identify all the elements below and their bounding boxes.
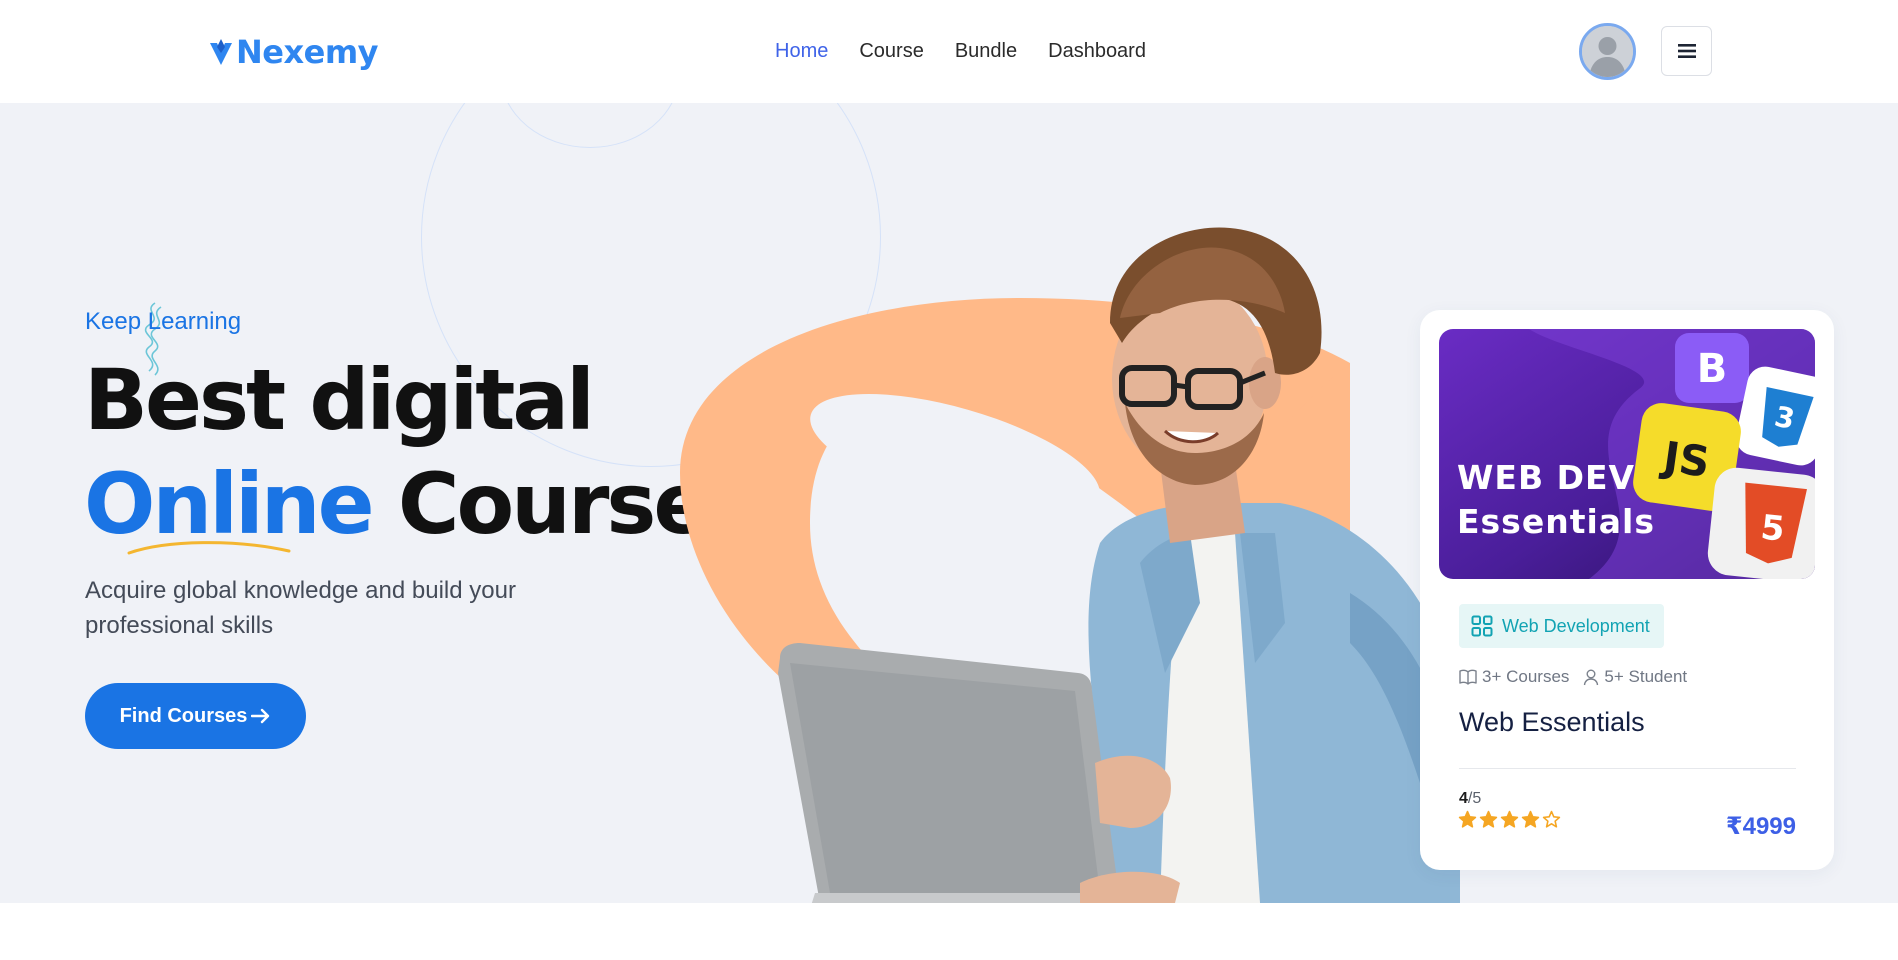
book-icon: [1459, 669, 1477, 685]
find-courses-label: Find Courses: [119, 704, 248, 727]
students-count-label: 5+ Student: [1604, 667, 1688, 686]
headline-line-1: Best digital: [84, 351, 595, 449]
nav-item-dashboard[interactable]: Dashboard: [1048, 40, 1146, 63]
user-icon: [1584, 669, 1599, 685]
star-filled-icon: [1500, 810, 1519, 828]
course-rating: 4/5: [1459, 790, 1481, 808]
rating-value: 4: [1459, 790, 1468, 807]
course-meta: 3+ Courses 5+ Student: [1459, 667, 1687, 687]
javascript-icon: JS: [1658, 432, 1713, 487]
user-avatar[interactable]: [1579, 23, 1636, 80]
star-filled-icon: [1479, 810, 1498, 828]
user-avatar-icon: [1582, 26, 1633, 77]
logo-icon: [210, 39, 232, 65]
hero-headline: Best digital Online Courses: [84, 348, 757, 556]
course-price: ₹4999: [1725, 813, 1796, 840]
arrow-right-icon: [251, 708, 270, 724]
html5-icon: 5: [1759, 508, 1787, 550]
category-label: Web Development: [1502, 615, 1650, 636]
nav-item-bundle[interactable]: Bundle: [955, 40, 1017, 63]
hamburger-menu-icon: [1677, 44, 1696, 58]
underline-swoosh: [127, 541, 291, 555]
rating-stars: [1458, 810, 1561, 829]
thumbnail-title-line-1: WEB DEV: [1457, 458, 1636, 497]
thumbnail-title: WEB DEV Essentials: [1457, 456, 1655, 544]
hero-tagline: Keep Learning: [85, 308, 242, 335]
find-courses-button[interactable]: Find Courses: [85, 683, 306, 749]
hero-section: Keep Learning Best digital Online Course…: [0, 103, 1898, 903]
course-title[interactable]: Web Essentials: [1459, 707, 1645, 738]
star-empty-icon: [1542, 810, 1561, 828]
grid-icon: [1471, 615, 1493, 637]
course-card[interactable]: B 3 JS 5 WEB DEV Essentials Web Developm…: [1420, 310, 1834, 870]
main-nav: Home Course Bundle Dashboard: [775, 40, 1146, 63]
courses-count: 3+ Courses: [1459, 667, 1569, 687]
category-badge[interactable]: Web Development: [1459, 604, 1664, 648]
logo[interactable]: Nexemy: [208, 30, 379, 74]
nav-item-home[interactable]: Home: [775, 40, 828, 63]
card-divider: [1459, 768, 1796, 769]
bootstrap-icon: B: [1697, 346, 1728, 392]
hero-subtext: Acquire global knowledge and build your …: [85, 577, 516, 639]
logo-text: Nexemy: [236, 33, 379, 71]
students-count: 5+ Student: [1583, 667, 1687, 687]
site-header: Nexemy Home Course Bundle Dashboard: [0, 0, 1898, 103]
menu-button[interactable]: [1661, 26, 1712, 76]
courses-count-label: 3+ Courses: [1482, 667, 1570, 686]
rating-max: /5: [1467, 790, 1482, 807]
nav-item-course[interactable]: Course: [859, 40, 923, 63]
hero-illustration: [680, 227, 1460, 903]
star-filled-icon: [1458, 810, 1477, 828]
star-filled-icon: [1521, 810, 1540, 828]
course-thumbnail[interactable]: B 3 JS 5 WEB DEV Essentials: [1439, 329, 1815, 579]
thumbnail-title-line-2: Essentials: [1457, 502, 1656, 541]
